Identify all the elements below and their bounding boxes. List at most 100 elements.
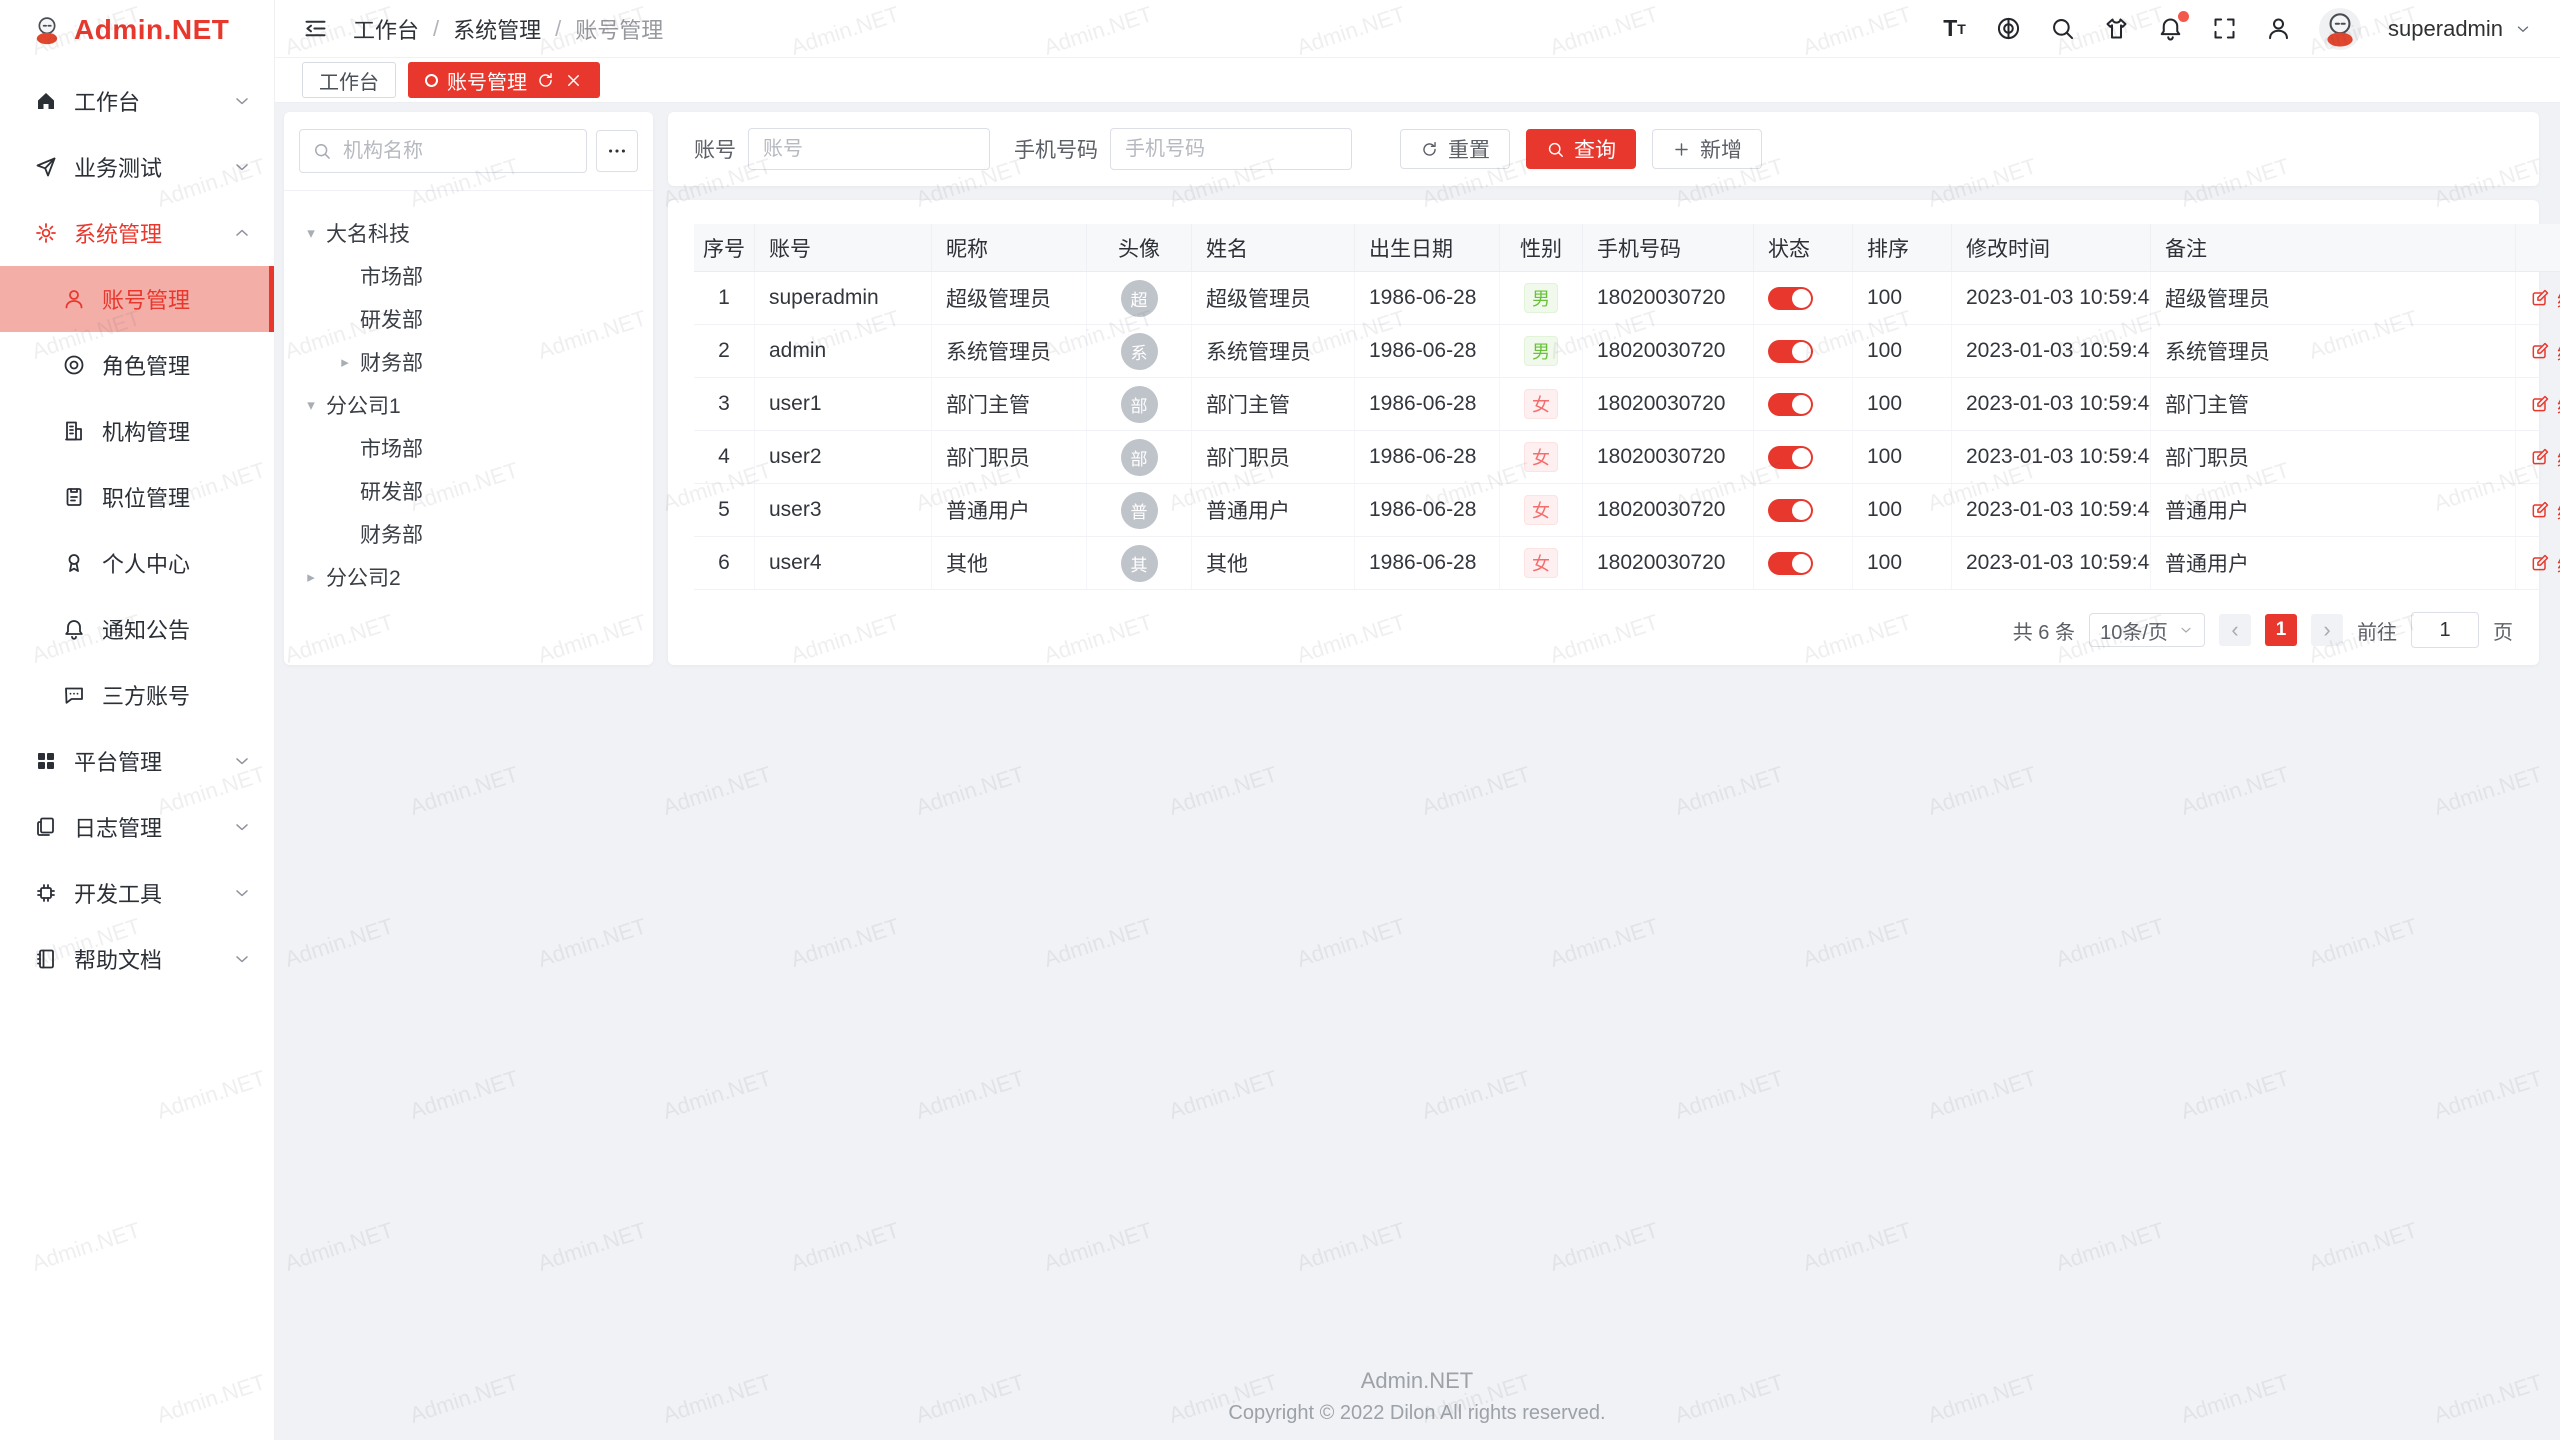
username[interactable]: superadmin (2388, 16, 2503, 42)
sidebar-item-personal-center[interactable]: 个人中心 (0, 530, 274, 596)
edit-button[interactable]: 编辑 (2530, 337, 2560, 366)
tree-expander-icon[interactable]: ▾ (296, 396, 326, 414)
tree-expander-icon[interactable]: ▸ (330, 353, 360, 371)
cell-seq: 6 (694, 537, 755, 590)
edit-button[interactable]: 编辑 (2530, 443, 2560, 472)
tree-node-市场部[interactable]: 市场部 (296, 426, 641, 469)
close-tab-icon[interactable] (564, 71, 583, 90)
cell-gender: 女 (1500, 378, 1583, 431)
cell-status (1754, 325, 1853, 378)
sidebar-item-org-manage[interactable]: 机构管理 (0, 398, 274, 464)
next-page-button[interactable]: › (2311, 614, 2343, 646)
edit-button[interactable]: 编辑 (2530, 390, 2560, 419)
page-1-button[interactable]: 1 (2265, 614, 2297, 646)
edit-button[interactable]: 编辑 (2530, 284, 2560, 313)
edit-icon (2530, 394, 2550, 414)
column-header-name: 姓名 (1192, 224, 1355, 272)
cell-phone: 18020030720 (1583, 378, 1754, 431)
fullscreen-icon[interactable] (2211, 15, 2238, 42)
tree-node-label: 大名科技 (326, 218, 410, 248)
tree-node-分公司2[interactable]: ▸分公司2 (296, 555, 641, 598)
tab-账号管理[interactable]: 账号管理 (408, 62, 600, 98)
breadcrumb-item[interactable]: 工作台 (353, 13, 419, 45)
sidebar-item-label: 个人中心 (102, 547, 274, 579)
cell-seq: 1 (694, 272, 755, 325)
status-toggle[interactable] (1768, 287, 1813, 310)
user-avatar[interactable] (2319, 8, 2361, 50)
sidebar-item-dev-tools[interactable]: 开发工具 (0, 860, 274, 926)
row-avatar: 其 (1121, 545, 1158, 582)
notification-bell-icon[interactable] (2157, 15, 2184, 42)
account-input[interactable] (748, 128, 990, 170)
sidebar-item-platform-manage[interactable]: 平台管理 (0, 728, 274, 794)
app-logo[interactable]: Admin.NET (0, 0, 274, 60)
breadcrumb: 工作台/系统管理/账号管理 (353, 13, 663, 45)
sidebar-item-workbench[interactable]: 工作台 (0, 68, 274, 134)
chevron-down-icon (232, 883, 252, 903)
refresh-tab-icon[interactable] (536, 71, 555, 90)
breadcrumb-item[interactable]: 系统管理 (453, 13, 541, 45)
cell-nickname: 超级管理员 (932, 272, 1087, 325)
tree-expander-icon[interactable]: ▸ (296, 568, 326, 586)
search-icon[interactable] (2049, 15, 2076, 42)
collapse-menu-icon[interactable] (302, 15, 329, 42)
cell-phone: 18020030720 (1583, 272, 1754, 325)
edit-button[interactable]: 编辑 (2530, 549, 2560, 578)
sidebar-item-log-manage[interactable]: 日志管理 (0, 794, 274, 860)
row-avatar: 超 (1121, 280, 1158, 317)
query-button[interactable]: 查询 (1526, 129, 1636, 169)
tree-node-大名科技[interactable]: ▾大名科技 (296, 211, 641, 254)
tree-node-研发部[interactable]: 研发部 (296, 469, 641, 512)
tree-more-button[interactable] (596, 130, 638, 172)
sidebar-item-third-account[interactable]: 三方账号 (0, 662, 274, 728)
cell-account: admin (755, 325, 932, 378)
tree-expander-icon[interactable]: ▾ (296, 224, 326, 242)
footer: Admin.NET Copyright © 2022 Dilon All rig… (274, 1368, 2560, 1425)
cell-birth: 1986-06-28 (1355, 484, 1500, 537)
sidebar-item-account-manage[interactable]: 账号管理 (0, 266, 274, 332)
goto-page-input[interactable] (2411, 612, 2479, 648)
sidebar-item-role-manage[interactable]: 角色管理 (0, 332, 274, 398)
sidebar-item-label: 职位管理 (102, 481, 274, 513)
sidebar-item-help-docs[interactable]: 帮助文档 (0, 926, 274, 992)
reset-button[interactable]: 重置 (1400, 129, 1510, 169)
cell-order: 100 (1853, 537, 1952, 590)
status-toggle[interactable] (1768, 340, 1813, 363)
cell-note: 普通用户 (2151, 537, 2516, 590)
total-count: 共 6 条 (2013, 616, 2075, 645)
edit-icon (2530, 500, 2550, 520)
tree-node-财务部[interactable]: 财务部 (296, 512, 641, 555)
theme-shirt-icon[interactable] (2103, 15, 2130, 42)
sidebar-item-label: 通知公告 (102, 613, 274, 645)
page-size-select[interactable]: 10条/页 (2089, 613, 2205, 647)
org-search-box[interactable] (299, 129, 587, 173)
column-header-order: 排序 (1853, 224, 1952, 272)
sidebar-item-business-test[interactable]: 业务测试 (0, 134, 274, 200)
language-icon[interactable] (1995, 15, 2022, 42)
status-toggle[interactable] (1768, 446, 1813, 469)
tree-node-分公司1[interactable]: ▾分公司1 (296, 383, 641, 426)
sidebar-item-position-manage[interactable]: 职位管理 (0, 464, 274, 530)
profile-person-icon[interactable] (2265, 15, 2292, 42)
user-menu-chevron-icon[interactable] (2514, 20, 2532, 38)
edit-button[interactable]: 编辑 (2530, 496, 2560, 525)
tree-node-市场部[interactable]: 市场部 (296, 254, 641, 297)
sidebar-item-notice[interactable]: 通知公告 (0, 596, 274, 662)
gender-tag: 男 (1524, 283, 1558, 313)
phone-input[interactable] (1110, 128, 1352, 170)
cell-account: user1 (755, 378, 932, 431)
org-search-input[interactable] (341, 139, 574, 164)
status-toggle[interactable] (1768, 499, 1813, 522)
cell-order: 100 (1853, 431, 1952, 484)
account-label: 账号 (694, 134, 736, 164)
add-button[interactable]: 新增 (1652, 129, 1762, 169)
font-size-icon[interactable]: TT (1941, 15, 1968, 42)
tab-工作台[interactable]: 工作台 (302, 62, 396, 98)
prev-page-button[interactable]: ‹ (2219, 614, 2251, 646)
sidebar-item-system-manage[interactable]: 系统管理 (0, 200, 274, 266)
tree-node-财务部[interactable]: ▸财务部 (296, 340, 641, 383)
medal-icon (62, 551, 86, 575)
status-toggle[interactable] (1768, 552, 1813, 575)
status-toggle[interactable] (1768, 393, 1813, 416)
tree-node-研发部[interactable]: 研发部 (296, 297, 641, 340)
